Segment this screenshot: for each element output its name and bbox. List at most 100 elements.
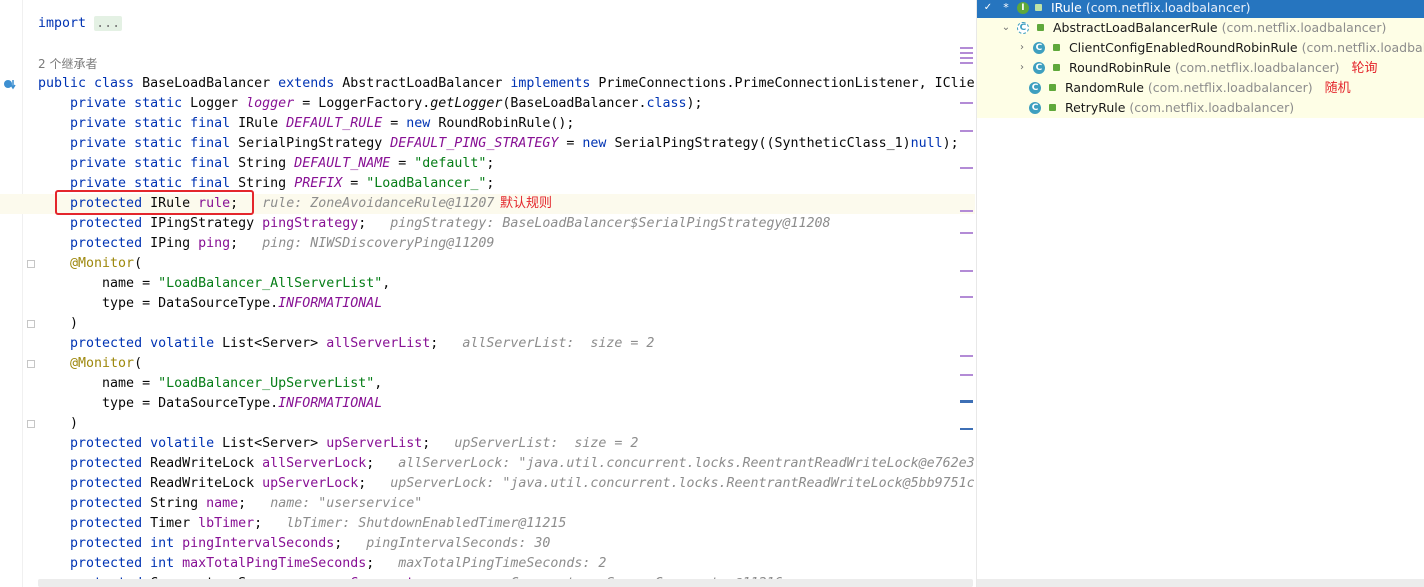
editor-gutter[interactable] xyxy=(0,0,35,587)
code-line[interactable]: protected volatile List<Server> upServer… xyxy=(38,434,638,454)
code-line[interactable]: protected ReadWriteLock upServerLock; up… xyxy=(38,474,975,494)
stripe-mark[interactable] xyxy=(960,296,973,298)
fold-marker-icon[interactable] xyxy=(27,360,35,368)
code-token: IRule xyxy=(238,116,287,131)
horizontal-scrollbar[interactable] xyxy=(38,579,973,587)
tree-item-retry[interactable]: C RetryRule (com.netflix.loadbalancer) xyxy=(977,98,1424,118)
stripe-mark[interactable] xyxy=(960,210,973,212)
code-token: null xyxy=(910,136,943,151)
code-token: protected int xyxy=(38,556,183,571)
tree-item-name: RoundRobinRule xyxy=(1068,60,1171,75)
code-token: public class xyxy=(38,76,143,91)
stripe-mark[interactable] xyxy=(960,232,973,234)
code-line[interactable]: protected int pingIntervalSeconds; pingI… xyxy=(38,534,550,554)
code-token: pingStrategy: BaseLoadBalancer$SerialPin… xyxy=(390,216,831,231)
code-token: RoundRobinRule(); xyxy=(438,116,575,131)
lock-icon xyxy=(1052,64,1060,71)
code-token: protected xyxy=(38,216,151,231)
code-token: ; xyxy=(358,216,391,231)
tree-item-abstract[interactable]: ⌄ C AbstractLoadBalancerRule (com.netfli… xyxy=(977,18,1424,38)
annotation-round-robin: 轮询 xyxy=(1351,61,1378,76)
code-line[interactable]: protected String name; name: "userservic… xyxy=(38,494,422,514)
class-icon: C xyxy=(1032,61,1045,74)
code-token: = LoggerFactory. xyxy=(294,96,431,111)
code-token: private static final xyxy=(38,176,239,191)
stripe-mark[interactable] xyxy=(960,270,973,272)
implementation-marker-icon[interactable] xyxy=(3,77,17,91)
code-line[interactable]: protected IPingStrategy pingStrategy; pi… xyxy=(38,214,831,234)
code-token: Logger xyxy=(190,96,247,111)
code-token: DEFAULT_NAME xyxy=(294,156,391,171)
tree-item-roundrobin[interactable]: › C RoundRobinRule (com.netflix.loadbala… xyxy=(977,58,1424,78)
code-line[interactable]: protected volatile List<Server> allServe… xyxy=(38,334,654,354)
chevron-down-icon[interactable]: ✓ xyxy=(981,0,995,18)
code-line[interactable]: @Monitor( xyxy=(38,254,142,274)
code-token: @Monitor xyxy=(38,256,135,271)
code-line[interactable]: protected IPing ping; ping: NIWSDiscover… xyxy=(38,234,494,254)
code-token: ; xyxy=(366,456,399,471)
code-line[interactable]: private static final String DEFAULT_NAME… xyxy=(38,154,494,174)
fold-marker-icon[interactable] xyxy=(27,260,35,268)
code-token: SerialPingStrategy xyxy=(238,136,391,151)
inheritors-hint[interactable]: 2 个继承者 xyxy=(38,54,97,74)
code-token: String xyxy=(238,156,295,171)
fold-marker-icon[interactable] xyxy=(27,420,35,428)
code-line[interactable]: @Monitor( xyxy=(38,354,142,374)
code-token: ); xyxy=(942,136,959,151)
code-line[interactable]: private static final IRule DEFAULT_RULE … xyxy=(38,114,574,134)
code-area[interactable]: 2 个继承者 import ... public class BaseLoadBa… xyxy=(38,0,975,587)
stripe-mark[interactable] xyxy=(960,102,973,104)
chevron-right-icon[interactable]: › xyxy=(1015,58,1029,78)
hierarchy-scrollbar[interactable] xyxy=(977,579,1424,587)
code-token: upServerLock: "java.util.concurrent.lock… xyxy=(390,476,975,491)
code-line[interactable]: private static Logger logger = LoggerFac… xyxy=(38,94,703,114)
tree-item-clientconfig[interactable]: › C ClientConfigEnabledRoundRobinRule (c… xyxy=(977,38,1424,58)
stripe-mark[interactable] xyxy=(960,355,973,357)
stripe-mark[interactable] xyxy=(960,47,973,49)
fold-marker-icon[interactable] xyxy=(27,320,35,328)
code-line[interactable]: name = "LoadBalancer_AllServerList", xyxy=(38,274,390,294)
stripe-mark[interactable] xyxy=(960,167,973,169)
code-line[interactable]: protected int maxTotalPingTimeSeconds; m… xyxy=(38,554,606,574)
annotation-default-rule: 默认规则 xyxy=(500,196,553,211)
tree-item-irule[interactable]: ✓ * I IRule (com.netflix.loadbalancer) xyxy=(977,0,1424,18)
stripe-mark[interactable] xyxy=(960,52,973,54)
code-line[interactable]: import ... xyxy=(38,14,123,34)
tree-item-name: IRule xyxy=(1050,0,1082,15)
code-token: ; xyxy=(254,516,287,531)
tree-item-name: AbstractLoadBalancerRule xyxy=(1052,20,1218,35)
code-line[interactable]: type = DataSourceType.INFORMATIONAL xyxy=(38,294,382,314)
code-token: name xyxy=(206,496,239,511)
code-line[interactable]: protected Timer lbTimer; lbTimer: Shutdo… xyxy=(38,514,566,534)
chevron-down-icon[interactable]: ⌄ xyxy=(999,18,1013,38)
code-token: upServerList xyxy=(326,436,423,451)
stripe-mark[interactable] xyxy=(960,57,973,59)
code-token: ; xyxy=(486,156,495,171)
code-token: upServerLock xyxy=(262,476,359,491)
code-line[interactable]: private static final SerialPingStrategy … xyxy=(38,134,959,154)
code-line[interactable]: ) xyxy=(38,314,78,334)
chevron-right-icon[interactable]: › xyxy=(1015,38,1029,58)
code-line[interactable]: ) xyxy=(38,414,78,434)
tree-item-name: RetryRule xyxy=(1064,100,1126,115)
code-token: import xyxy=(38,16,87,31)
code-editor[interactable]: 2 个继承者 import ... public class BaseLoadBa… xyxy=(0,0,975,587)
stripe-mark[interactable] xyxy=(960,428,973,430)
tree-item-random[interactable]: C RandomRule (com.netflix.loadbalancer) … xyxy=(977,78,1424,98)
code-token: ( xyxy=(134,356,143,371)
code-line[interactable]: protected ReadWriteLock allServerLock; a… xyxy=(38,454,975,474)
code-token: rule: ZoneAvoidanceRule@11207 xyxy=(262,196,495,211)
code-line[interactable]: name = "LoadBalancer_UpServerList", xyxy=(38,374,382,394)
code-token: getLogger xyxy=(430,96,503,111)
lock-icon xyxy=(1052,44,1060,51)
stripe-mark[interactable] xyxy=(960,400,973,403)
code-line[interactable]: type = DataSourceType.INFORMATIONAL xyxy=(38,394,382,414)
code-token: = xyxy=(390,156,415,171)
code-token: pingStrategy xyxy=(262,216,359,231)
stripe-mark[interactable] xyxy=(960,130,973,132)
type-hierarchy-panel[interactable]: ✓ * I IRule (com.netflix.loadbalancer) ⌄… xyxy=(976,0,1424,587)
stripe-mark[interactable] xyxy=(960,374,973,376)
stripe-mark[interactable] xyxy=(960,62,973,64)
error-stripe[interactable] xyxy=(959,0,975,587)
code-line[interactable]: public class BaseLoadBalancer extends Ab… xyxy=(38,74,975,94)
